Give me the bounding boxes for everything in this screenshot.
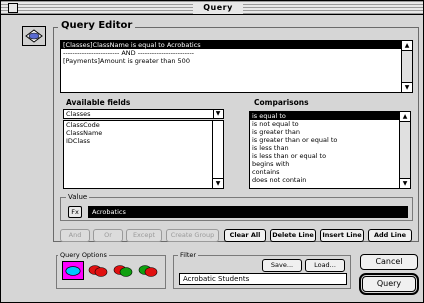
cancel-button[interactable]: Cancel xyxy=(360,254,418,270)
or-button[interactable]: Or xyxy=(93,229,123,242)
table-selector-value: Classes xyxy=(66,110,91,118)
field-item[interactable]: ClassCode xyxy=(64,121,223,129)
query-selection-overlap-icon[interactable] xyxy=(87,261,109,280)
comparisons-list[interactable]: is equal to is not equal to is greater t… xyxy=(249,111,411,189)
create-group-button[interactable]: Create Group xyxy=(166,229,219,242)
scroll-down-arrow-icon[interactable]: ▼ xyxy=(400,178,410,188)
delete-line-button[interactable]: Delete Line xyxy=(270,229,316,242)
criteria-line[interactable]: [Classes]ClassName is equal to Acrobatic… xyxy=(61,41,412,49)
filter-load-button[interactable]: Load... xyxy=(305,259,345,272)
field-item[interactable]: ClassName xyxy=(64,129,223,137)
criteria-scrollbar[interactable]: ▲ ▼ xyxy=(401,41,412,92)
comparison-item[interactable]: is greater than xyxy=(250,128,410,136)
fields-list[interactable]: ClassCode ClassName IDClass ▼ xyxy=(63,120,224,189)
scroll-up-arrow-icon[interactable]: ▲ xyxy=(402,41,412,51)
except-button[interactable]: Except xyxy=(126,229,162,242)
comparison-item[interactable]: is less than or equal to xyxy=(250,152,410,160)
comparison-item[interactable]: is equal to xyxy=(250,112,410,120)
field-item[interactable]: IDClass xyxy=(64,137,223,145)
comparisons-scrollbar[interactable]: ▲ ▼ xyxy=(399,112,410,188)
clear-all-button[interactable]: Clear All xyxy=(224,229,266,242)
and-button[interactable]: And xyxy=(60,229,90,242)
comparison-item[interactable]: begins with xyxy=(250,160,410,168)
query-add-to-selection-icon[interactable] xyxy=(112,261,134,280)
table-selector[interactable]: Classes ▼ xyxy=(63,109,224,119)
criteria-list[interactable]: [Classes]ClassName is equal to Acrobatic… xyxy=(60,40,413,93)
comparisons-label: Comparisons xyxy=(254,98,309,107)
query-editor-title: Query Editor xyxy=(58,19,136,33)
query-app-icon xyxy=(22,26,46,46)
fields-scrollbar[interactable]: ▼ xyxy=(212,121,223,188)
window-title: Query xyxy=(193,2,243,14)
title-bar[interactable]: Query xyxy=(1,1,423,15)
comparison-item[interactable]: is greater than or equal to xyxy=(250,136,410,144)
add-line-button[interactable]: Add Line xyxy=(368,229,412,242)
criteria-line[interactable]: ------------------------ AND -----------… xyxy=(61,49,412,57)
query-button[interactable]: Query xyxy=(359,273,419,295)
available-fields-label: Available fields xyxy=(66,98,131,107)
formula-button[interactable]: Fx xyxy=(68,206,82,218)
value-input[interactable]: Acrobatics xyxy=(88,206,408,218)
scroll-down-arrow-icon[interactable]: ▼ xyxy=(402,82,412,92)
scroll-down-arrow-icon[interactable]: ▼ xyxy=(213,178,223,188)
insert-line-button[interactable]: Insert Line xyxy=(320,229,364,242)
comparison-item[interactable]: does not contain xyxy=(250,176,410,184)
query-options-label: Query Options xyxy=(58,250,109,260)
filter-name-field[interactable]: Acrobatic Students xyxy=(179,273,347,285)
close-box[interactable] xyxy=(8,3,18,13)
query-new-selection-icon[interactable] xyxy=(62,261,84,280)
filter-label: Filter xyxy=(178,250,199,260)
scroll-up-arrow-icon[interactable]: ▲ xyxy=(400,112,410,122)
popup-arrow-icon: ▼ xyxy=(213,110,222,118)
filter-save-button[interactable]: Save... xyxy=(262,259,302,272)
criteria-line[interactable]: [Payments]Amount is greater than 500 xyxy=(61,57,412,65)
comparison-item[interactable]: is not equal to xyxy=(250,120,410,128)
value-label: Value xyxy=(66,192,90,202)
comparison-item[interactable]: contains xyxy=(250,168,410,176)
query-subtract-selection-icon[interactable] xyxy=(137,261,159,280)
comparison-item[interactable]: is less than xyxy=(250,144,410,152)
